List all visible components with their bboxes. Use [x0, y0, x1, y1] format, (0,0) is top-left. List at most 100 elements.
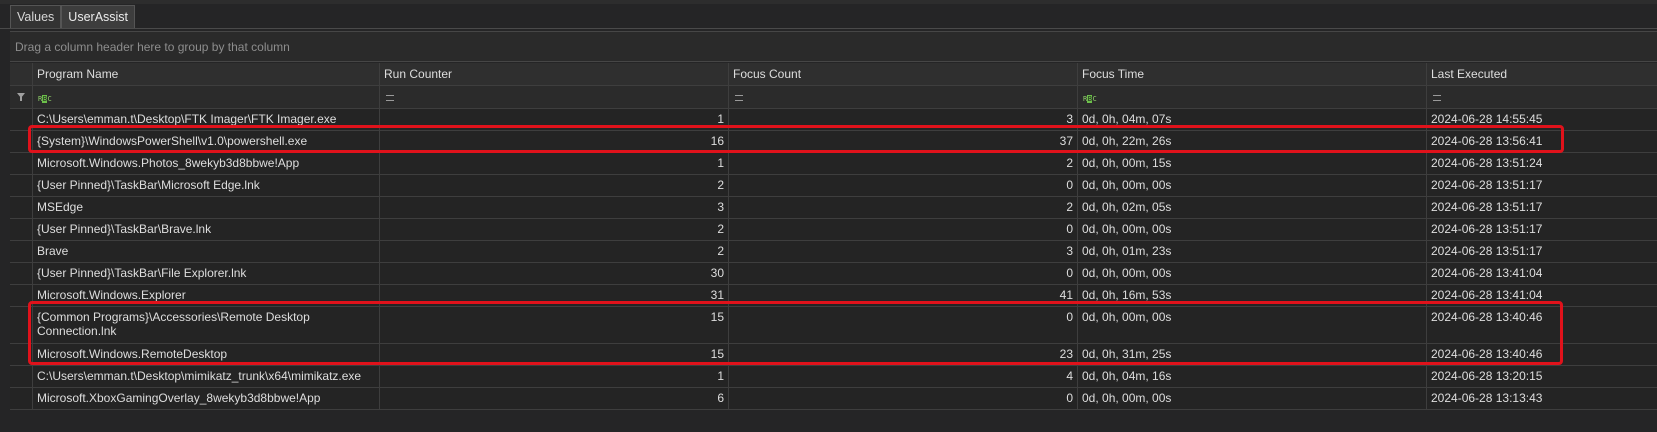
program-name-cell[interactable]: Microsoft.XboxGamingOverlay_8wekyb3d8bbw… [32, 388, 379, 409]
run-counter-cell[interactable]: 6 [379, 388, 728, 409]
focus-time-cell[interactable]: 0d, 0h, 01m, 23s [1077, 241, 1426, 262]
tab-userassist[interactable]: UserAssist [61, 5, 136, 28]
filter-cell-program-name[interactable]: RBC [32, 86, 379, 108]
row-indicator-cell[interactable] [10, 153, 32, 174]
row-indicator-cell[interactable] [10, 175, 32, 196]
focus-time-cell[interactable]: 0d, 0h, 00m, 00s [1077, 219, 1426, 240]
row-indicator-cell[interactable] [10, 131, 32, 152]
last-executed-cell[interactable]: 2024-06-28 13:51:17 [1426, 241, 1657, 262]
run-counter-cell[interactable]: 15 [379, 344, 728, 365]
table-row[interactable]: Microsoft.Windows.Explorer 31 41 0d, 0h, 16… [10, 285, 1657, 307]
run-counter-cell[interactable]: 1 [379, 153, 728, 174]
table-row[interactable]: C:\Users\emman.t\Desktop\mimikatz_trunk\… [10, 366, 1657, 388]
focus-time-cell[interactable]: 0d, 0h, 31m, 25s [1077, 344, 1426, 365]
focus-count-cell[interactable]: 0 [728, 388, 1077, 409]
row-indicator-cell[interactable] [10, 263, 32, 284]
run-counter-cell[interactable]: 16 [379, 131, 728, 152]
table-row[interactable]: Microsoft.XboxGamingOverlay_8wekyb3d8bbw… [10, 388, 1657, 410]
focus-time-cell[interactable]: 0d, 0h, 00m, 00s [1077, 263, 1426, 284]
row-indicator-cell[interactable] [10, 307, 32, 343]
focus-count-cell[interactable]: 0 [728, 263, 1077, 284]
last-executed-cell[interactable]: 2024-06-28 13:40:46 [1426, 307, 1657, 343]
program-name-cell[interactable]: Microsoft.Windows.Explorer [32, 285, 379, 306]
last-executed-cell[interactable]: 2024-06-28 13:51:17 [1426, 175, 1657, 196]
run-counter-cell[interactable]: 1 [379, 109, 728, 130]
table-row[interactable]: Microsoft.Windows.Photos_8wekyb3d8bbwe!A… [10, 153, 1657, 175]
equals-filter-icon[interactable] [386, 94, 394, 101]
table-row[interactable]: Microsoft.Windows.RemoteDesktop 15 23 0d, 0… [10, 344, 1657, 366]
row-indicator-cell[interactable] [10, 285, 32, 306]
run-counter-cell[interactable]: 3 [379, 197, 728, 218]
tab-values[interactable]: Values [10, 5, 62, 28]
run-counter-cell[interactable]: 30 [379, 263, 728, 284]
focus-count-cell[interactable]: 0 [728, 307, 1077, 343]
column-header-program-name[interactable]: Program Name [32, 63, 379, 85]
text-filter-icon[interactable]: RBC [1083, 95, 1097, 103]
focus-time-cell[interactable]: 0d, 0h, 00m, 15s [1077, 153, 1426, 174]
run-counter-cell[interactable]: 1 [379, 366, 728, 387]
filter-cell-focus-time[interactable]: RBC [1077, 86, 1426, 108]
equals-filter-icon[interactable] [1433, 94, 1441, 101]
table-row[interactable]: {User Pinned}\TaskBar\Microsoft Edge.lnk… [10, 175, 1657, 197]
table-row[interactable]: {System}\WindowsPowerShell\v1.0\powershe… [10, 131, 1657, 153]
program-name-cell[interactable]: Microsoft.Windows.Photos_8wekyb3d8bbwe!A… [32, 153, 379, 174]
last-executed-cell[interactable]: 2024-06-28 13:40:46 [1426, 344, 1657, 365]
program-name-cell[interactable]: {Common Programs}\Accessories\Remote Des… [32, 307, 379, 343]
column-header-last-executed[interactable]: Last Executed [1426, 63, 1657, 85]
last-executed-cell[interactable]: 2024-06-28 13:56:41 [1426, 131, 1657, 152]
focus-count-cell[interactable]: 4 [728, 366, 1077, 387]
focus-time-cell[interactable]: 0d, 0h, 02m, 05s [1077, 197, 1426, 218]
focus-count-cell[interactable]: 2 [728, 153, 1077, 174]
focus-time-cell[interactable]: 0d, 0h, 22m, 26s [1077, 131, 1426, 152]
row-indicator-cell[interactable] [10, 197, 32, 218]
table-row[interactable]: MSEdge 3 2 0d, 0h, 02m, 05s 2024-06-28 13:51… [10, 197, 1657, 219]
focus-count-cell[interactable]: 23 [728, 344, 1077, 365]
last-executed-cell[interactable]: 2024-06-28 14:55:45 [1426, 109, 1657, 130]
column-header-focus-time[interactable]: Focus Time [1077, 63, 1426, 85]
last-executed-cell[interactable]: 2024-06-28 13:41:04 [1426, 263, 1657, 284]
last-executed-cell[interactable]: 2024-06-28 13:51:24 [1426, 153, 1657, 174]
table-row[interactable]: Brave 2 3 0d, 0h, 01m, 23s 2024-06-28 13:51:… [10, 241, 1657, 263]
program-name-cell[interactable]: {User Pinned}\TaskBar\Microsoft Edge.lnk [32, 175, 379, 196]
filter-cell-run-counter[interactable] [379, 86, 728, 108]
filter-cell-last-executed[interactable] [1426, 86, 1657, 108]
run-counter-cell[interactable]: 15 [379, 307, 728, 343]
last-executed-cell[interactable]: 2024-06-28 13:51:17 [1426, 219, 1657, 240]
row-indicator-cell[interactable] [10, 219, 32, 240]
last-executed-cell[interactable]: 2024-06-28 13:13:43 [1426, 388, 1657, 409]
focus-count-cell[interactable]: 0 [728, 219, 1077, 240]
row-indicator-cell[interactable] [10, 109, 32, 130]
run-counter-cell[interactable]: 2 [379, 241, 728, 262]
table-row[interactable]: {User Pinned}\TaskBar\File Explorer.lnk 3… [10, 263, 1657, 285]
last-executed-cell[interactable]: 2024-06-28 13:41:04 [1426, 285, 1657, 306]
last-executed-cell[interactable]: 2024-06-28 13:20:15 [1426, 366, 1657, 387]
run-counter-cell[interactable]: 2 [379, 219, 728, 240]
program-name-cell[interactable]: C:\Users\emman.t\Desktop\FTK Imager\FTK … [32, 109, 379, 130]
row-indicator-cell[interactable] [10, 366, 32, 387]
program-name-cell[interactable]: MSEdge [32, 197, 379, 218]
focus-count-cell[interactable]: 2 [728, 197, 1077, 218]
run-counter-cell[interactable]: 2 [379, 175, 728, 196]
focus-count-cell[interactable]: 3 [728, 109, 1077, 130]
run-counter-cell[interactable]: 31 [379, 285, 728, 306]
program-name-cell[interactable]: {System}\WindowsPowerShell\v1.0\powershe… [32, 131, 379, 152]
focus-time-cell[interactable]: 0d, 0h, 04m, 07s [1077, 109, 1426, 130]
program-name-cell[interactable]: {User Pinned}\TaskBar\Brave.lnk [32, 219, 379, 240]
focus-count-cell[interactable]: 0 [728, 175, 1077, 196]
row-indicator-cell[interactable] [10, 241, 32, 262]
program-name-cell[interactable]: C:\Users\emman.t\Desktop\mimikatz_trunk\… [32, 366, 379, 387]
equals-filter-icon[interactable] [735, 94, 743, 101]
column-header-focus-count[interactable]: Focus Count [728, 63, 1077, 85]
focus-time-cell[interactable]: 0d, 0h, 16m, 53s [1077, 285, 1426, 306]
table-row[interactable]: C:\Users\emman.t\Desktop\FTK Imager\FTK … [10, 109, 1657, 131]
group-by-panel[interactable]: Drag a column header here to group by th… [10, 31, 1657, 62]
column-header-run-counter[interactable]: Run Counter [379, 63, 728, 85]
text-filter-icon[interactable]: RBC [38, 95, 52, 103]
focus-time-cell[interactable]: 0d, 0h, 00m, 00s [1077, 175, 1426, 196]
focus-count-cell[interactable]: 37 [728, 131, 1077, 152]
table-row[interactable]: {User Pinned}\TaskBar\Brave.lnk 2 0 0d, 0h,… [10, 219, 1657, 241]
focus-count-cell[interactable]: 3 [728, 241, 1077, 262]
focus-time-cell[interactable]: 0d, 0h, 00m, 00s [1077, 388, 1426, 409]
row-indicator-cell[interactable] [10, 344, 32, 365]
row-indicator-cell[interactable] [10, 388, 32, 409]
